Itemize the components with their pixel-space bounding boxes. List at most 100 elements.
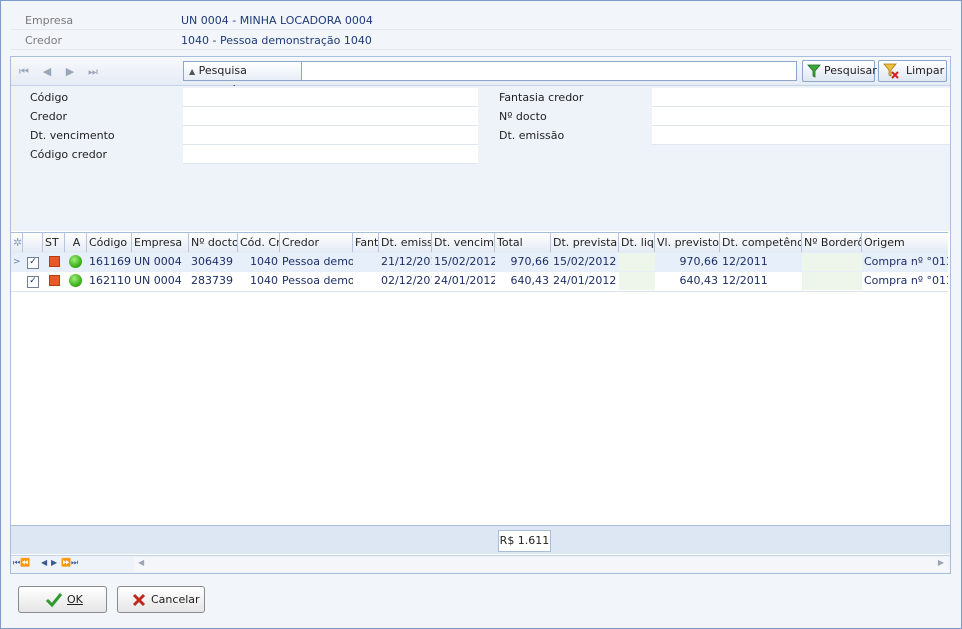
filter-docto-input[interactable] <box>652 107 950 126</box>
cell-bordero <box>802 253 862 271</box>
filter-credor-input[interactable] <box>183 107 478 126</box>
filter-area: Código Credor Dt. vencimento Código cred… <box>11 86 950 231</box>
cell-emissao: 21/12/201 <box>381 255 432 268</box>
search-button[interactable]: Pesquisar <box>802 60 877 82</box>
close-icon <box>132 593 146 607</box>
pager-last-icon[interactable]: ⏩⏭ <box>61 558 78 568</box>
cell-docto: 306439 <box>191 255 233 268</box>
clear-filter-icon <box>883 63 899 79</box>
cell-emissao: 02/12/201 <box>381 274 432 287</box>
cell-empresa: UN 0004 <box>134 274 182 287</box>
cell-prevista: 24/01/2012 <box>553 274 617 287</box>
cell-vencimento: 15/02/2012 <box>434 255 495 268</box>
cell-competencia: 12/2011 <box>722 255 768 268</box>
advanced-search-toggle[interactable]: ▲ Pesquisa avançada <box>184 62 302 96</box>
data-grid: ✲ ST A Código Empresa Nº docto Cód. Cr C… <box>11 232 950 525</box>
prev-record-icon[interactable]: ◀ <box>40 65 54 79</box>
scroll-left-icon[interactable]: ◀ <box>138 558 144 567</box>
cell-fant <box>353 253 379 271</box>
table-row[interactable]: ✓ 162110 UN 0004 283739 1040 Pessoa demo… <box>11 272 948 292</box>
filter-codigo-credor-label: Código credor <box>30 148 107 161</box>
col-codigo[interactable]: Código <box>87 233 132 252</box>
cell-total: 970,66 <box>510 255 550 268</box>
col-cod-cr[interactable]: Cód. Cr <box>238 233 280 252</box>
cell-vl-previsto: 970,66 <box>679 255 719 268</box>
grid-options-icon[interactable]: ✲ <box>11 233 23 252</box>
row-indicator <box>11 272 23 290</box>
filter-fantasia-label: Fantasia credor <box>499 91 584 104</box>
empresa-row: Empresa UN 0004 - MINHA LOCADORA 0004 <box>11 11 952 30</box>
cell-vencimento: 24/01/2012 <box>434 274 495 287</box>
ok-button[interactable]: OK <box>18 586 107 613</box>
cell-competencia: 12/2011 <box>722 274 768 287</box>
col-vl-previsto[interactable]: Vl. previsto <box>655 233 720 252</box>
col-fant[interactable]: Fant <box>353 233 379 252</box>
ok-button-label: OK <box>67 593 83 606</box>
cell-origem: Compra nº °0135 <box>864 274 948 287</box>
filter-emissao-input[interactable] <box>652 126 950 145</box>
table-row[interactable]: > ✓ 161169 UN 0004 306439 1040 Pessoa de… <box>11 253 948 273</box>
col-total[interactable]: Total <box>495 233 551 252</box>
col-a[interactable]: A <box>65 233 87 252</box>
filter-icon <box>807 64 821 78</box>
empresa-value: UN 0004 - MINHA LOCADORA 0004 <box>181 14 373 27</box>
cell-cod-cr: 1040 <box>250 255 278 268</box>
filter-fantasia-input[interactable] <box>652 88 950 107</box>
first-record-icon[interactable]: ⏮ <box>17 65 31 79</box>
filter-vencimento-label: Dt. vencimento <box>30 129 115 142</box>
col-liq[interactable]: Dt. liqu <box>619 233 655 252</box>
col-prevista[interactable]: Dt. prevista <box>551 233 619 252</box>
pager-first-icon[interactable]: ⏮⏪ <box>13 558 30 568</box>
horizontal-scrollbar[interactable]: ◀ ▶ <box>134 557 948 572</box>
col-empresa[interactable]: Empresa <box>132 233 189 252</box>
cell-credor: Pessoa demon <box>282 255 353 268</box>
col-docto[interactable]: Nº docto <box>189 233 238 252</box>
cell-empresa: UN 0004 <box>134 255 182 268</box>
grid-header: ✲ ST A Código Empresa Nº docto Cód. Cr C… <box>11 232 948 254</box>
col-select[interactable] <box>23 233 43 252</box>
col-bordero[interactable]: Nº Borderô <box>802 233 862 252</box>
filter-docto-label: Nº docto <box>499 110 547 123</box>
col-vencimento[interactable]: Dt. vencimei <box>432 233 495 252</box>
cell-codigo: 161169 <box>89 255 131 268</box>
grid-footer <box>11 525 950 554</box>
col-emissao[interactable]: Dt. emissã <box>379 233 432 252</box>
pager-prev-icon[interactable]: ◀ <box>41 558 47 567</box>
next-record-icon[interactable]: ▶ <box>63 65 77 79</box>
credor-row: Credor 1040 - Pessoa demonstração 1040 <box>11 31 952 50</box>
cell-bordero <box>802 272 862 290</box>
search-button-label: Pesquisar <box>824 64 877 77</box>
row-checkbox[interactable]: ✓ <box>27 257 39 269</box>
filter-codigo-credor-input[interactable] <box>183 145 478 164</box>
chevron-up-icon: ▲ <box>189 67 196 76</box>
clear-button-label: Limpar <box>906 64 945 77</box>
cell-fant <box>353 272 379 290</box>
filter-codigo-label: Código <box>30 91 69 104</box>
col-competencia[interactable]: Dt. competência <box>720 233 802 252</box>
pager-next-icon[interactable]: ▶ <box>51 558 57 567</box>
col-st[interactable]: ST <box>43 233 65 252</box>
filter-emissao-label: Dt. emissão <box>499 129 565 142</box>
filter-credor-label: Credor <box>30 110 67 123</box>
grid-pager: ⏮⏪ ◀ ▶ ⏩⏭ ◀ ▶ <box>11 555 950 573</box>
col-credor[interactable]: Credor <box>280 233 353 252</box>
row-checkbox[interactable]: ✓ <box>27 276 39 288</box>
scroll-right-icon[interactable]: ▶ <box>938 558 944 567</box>
cell-credor: Pessoa demon <box>282 274 353 287</box>
cell-vl-previsto: 640,43 <box>679 274 719 287</box>
cell-prevista: 15/02/2012 <box>553 255 617 268</box>
filter-codigo-input[interactable] <box>183 88 478 107</box>
cell-codigo: 162110 <box>89 274 131 287</box>
last-record-icon[interactable]: ⏭ <box>86 65 100 79</box>
status-square-icon <box>49 275 60 286</box>
status-square-icon <box>49 256 60 267</box>
credor-label: Credor <box>25 34 62 47</box>
credor-value: 1040 - Pessoa demonstração 1040 <box>181 34 372 47</box>
clear-button[interactable]: Limpar <box>878 60 947 82</box>
cell-origem: Compra nº °0136 <box>864 255 948 268</box>
advanced-search-box[interactable]: ▲ Pesquisa avançada <box>183 61 797 96</box>
cancel-button[interactable]: Cancelar <box>117 586 205 613</box>
active-dot-icon <box>69 274 82 287</box>
col-origem[interactable]: Origem <box>862 233 948 252</box>
filter-vencimento-input[interactable] <box>183 126 478 145</box>
